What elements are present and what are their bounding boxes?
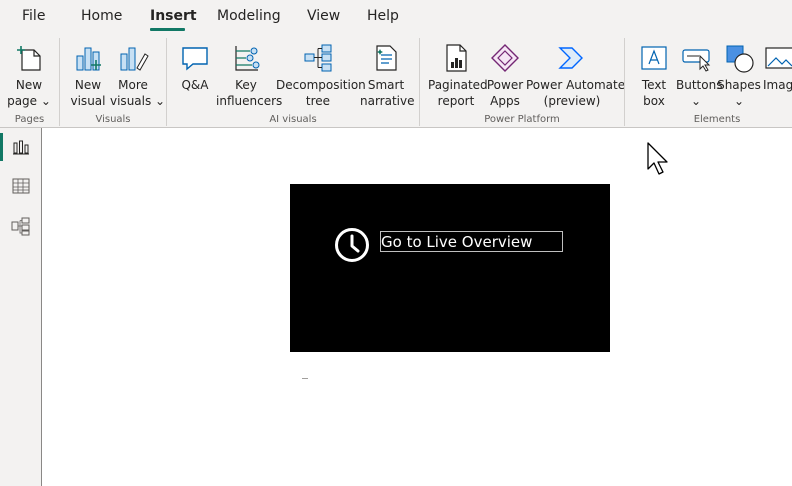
button-text-editor[interactable]: Go to Live Overview [380,231,563,252]
bar-chart-icon [11,137,31,157]
more-visuals-label-2: visuals ⌄ [110,94,166,108]
smart-narrative-button[interactable]: Smart narrative [360,34,415,116]
view-navigation [0,128,42,486]
button-visual[interactable]: Go to Live Overview [290,184,610,352]
power-apps-label-2: Apps [490,94,520,108]
power-apps-icon [489,42,521,74]
qa-label: Q&A [181,78,209,92]
new-visual-label-2: visual [70,94,106,108]
key-influencers-icon [230,42,262,74]
group-label-pages: Pages [14,114,45,125]
new-page-icon [13,42,45,74]
power-apps-button[interactable]: Power Apps [484,34,526,116]
tab-view[interactable]: View [307,8,340,24]
ribbon-divider [59,38,60,126]
decomposition-tree-button[interactable]: Decomposition tree [276,34,366,116]
data-view-button[interactable] [11,176,31,196]
decomposition-tree-icon [302,42,334,74]
image-icon [764,42,792,74]
bar-chart-icon [72,42,104,74]
image-button[interactable]: Image [762,34,792,116]
decomposition-tree-label-1: Decomposition [276,78,366,92]
key-influencers-button[interactable]: Key influencers [216,34,283,116]
key-influencers-label-2: influencers [216,94,283,108]
ribbon-divider [419,38,420,126]
tab-file[interactable]: File [22,8,45,24]
table-icon [11,176,31,196]
ribbon: New page ⌄ Pages New visual More visuals ⌄ … [0,34,792,128]
qa-button[interactable]: Q&A [174,34,216,116]
more-visuals-button[interactable]: More visuals ⌄ [110,34,166,116]
power-automate-label-1: Power Automate [526,78,626,92]
ribbon-divider [166,38,167,126]
paginated-report-label-2: report [437,94,475,108]
buttons-label-1: Buttons [676,78,723,92]
group-label-elements: Elements [693,114,741,125]
group-label-power-platform: Power Platform [484,114,560,125]
buttons-label-2: ⌄ [690,94,702,108]
tab-help[interactable]: Help [367,8,399,24]
decomposition-tree-label-2: tree [305,94,331,108]
active-view-indicator [0,133,3,161]
more-visuals-icon [117,42,149,74]
group-label-ai-visuals: AI visuals [269,114,317,125]
smart-narrative-label-2: narrative [360,94,415,108]
clock-icon [334,227,370,263]
paginated-report-button[interactable]: Paginated report [428,34,488,116]
more-visuals-label-1: More [118,78,148,92]
text-box-icon [638,42,670,74]
ribbon-divider [624,38,625,126]
power-automate-label-2: (preview) [543,94,601,108]
shapes-label-1: Shapes [717,78,761,92]
text-box-label-1: Text [641,78,667,92]
text-box-button[interactable]: Text box [632,34,676,116]
text-box-label-2: box [643,94,665,108]
power-automate-icon [556,42,588,74]
model-view-button[interactable] [11,216,31,236]
new-page-button[interactable]: New page ⌄ [6,34,52,116]
tab-home[interactable]: Home [81,8,122,24]
new-page-label-1: New [15,78,43,92]
smart-narrative-icon [370,42,402,74]
paginated-report-label-1: Paginated [428,78,488,92]
qa-speech-bubble-icon [179,42,211,74]
shapes-label-2: ⌄ [733,94,745,108]
button-cursor-icon [680,42,712,74]
report-view-button[interactable] [11,137,31,157]
canvas-artifact [302,378,308,379]
active-tab-indicator [150,28,185,31]
buttons-button[interactable]: Buttons ⌄ [676,34,723,116]
tab-modeling[interactable]: Modeling [217,8,281,24]
image-label: Image [763,78,792,92]
paginated-report-icon [440,42,472,74]
group-label-visuals: Visuals [95,114,131,125]
power-automate-button[interactable]: Power Automate (preview) [526,34,626,116]
menu-bar: File Home Insert Modeling View Help [0,0,792,34]
smart-narrative-label-1: Smart [367,78,405,92]
tab-insert[interactable]: Insert [150,8,197,24]
key-influencers-label-1: Key [235,78,257,92]
shapes-button[interactable]: Shapes ⌄ [716,34,762,116]
new-visual-label-1: New [74,78,102,92]
model-icon [11,216,31,236]
shapes-icon [723,42,755,74]
mouse-pointer-icon [646,142,670,176]
power-apps-label-1: Power [486,78,524,92]
new-visual-button[interactable]: New visual [66,34,110,116]
new-page-label-2: page ⌄ [7,94,51,108]
